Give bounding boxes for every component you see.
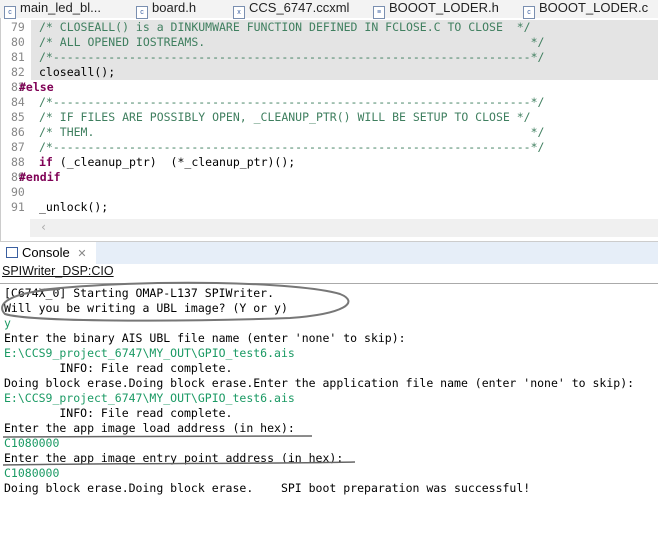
- annotation-ellipse: [1, 281, 350, 322]
- hand-drawn-annotations: [1, 281, 356, 466]
- annotation-underline: [2, 435, 313, 438]
- annotation-underline: [2, 461, 356, 466]
